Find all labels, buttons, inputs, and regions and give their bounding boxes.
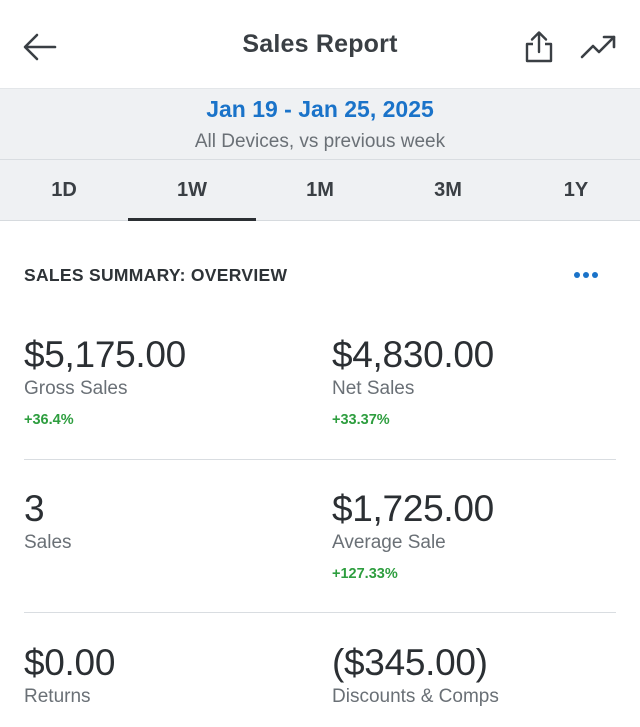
share-button[interactable] xyxy=(518,26,560,68)
date-subtitle: All Devices, vs previous week xyxy=(194,131,446,152)
top-bar: Sales Report xyxy=(0,0,640,88)
metric-label: Discounts & Comps xyxy=(332,686,499,707)
metric-label: Net Sales xyxy=(332,378,415,399)
metric-returns[interactable]: $0.00 Returns xyxy=(24,642,115,708)
more-horizontal-icon xyxy=(573,272,600,278)
tab-3m[interactable]: 3M xyxy=(384,160,512,220)
tab-1d[interactable]: 1D xyxy=(0,160,128,220)
period-tabs: 1D 1W 1M 3M 1Y xyxy=(0,160,640,221)
metric-net-sales[interactable]: $4,830.00 Net Sales +33.37% xyxy=(332,334,494,428)
trending-up-icon xyxy=(580,35,616,59)
metric-value: $1,725.00 xyxy=(332,488,494,529)
metric-label: Gross Sales xyxy=(24,378,128,399)
metric-label: Sales xyxy=(24,532,72,553)
tab-1m[interactable]: 1M xyxy=(256,160,384,220)
tab-1y[interactable]: 1Y xyxy=(512,160,640,220)
metric-value: $4,830.00 xyxy=(332,334,494,375)
metric-label: Average Sale xyxy=(332,532,446,553)
divider xyxy=(24,612,616,613)
metric-average-sale[interactable]: $1,725.00 Average Sale +127.33% xyxy=(332,488,494,582)
metric-value: $0.00 xyxy=(24,642,116,683)
divider xyxy=(24,459,616,460)
metric-gross-sales[interactable]: $5,175.00 Gross Sales +36.4% xyxy=(24,334,186,428)
metric-value: ($345.00) xyxy=(332,642,488,683)
trend-button[interactable] xyxy=(576,26,622,68)
metric-change: +33.37% xyxy=(332,412,390,428)
section-title: SALES SUMMARY: OVERVIEW xyxy=(24,265,288,285)
date-range-selector: Jan 19 - Jan 25, 2025 All Devices, vs pr… xyxy=(0,88,640,160)
metric-value: 3 xyxy=(24,488,45,529)
tab-1w[interactable]: 1W xyxy=(128,160,256,221)
date-range[interactable]: Jan 19 - Jan 25, 2025 xyxy=(0,96,640,123)
metric-label: Returns xyxy=(24,686,91,707)
metric-change: +36.4% xyxy=(24,412,74,428)
share-icon xyxy=(525,31,553,63)
metric-change: +127.33% xyxy=(332,566,398,582)
metric-value: $5,175.00 xyxy=(24,334,186,375)
more-button[interactable] xyxy=(568,262,604,288)
metric-sales-count[interactable]: 3 Sales xyxy=(24,488,72,554)
metric-discounts-comps[interactable]: ($345.00) Discounts & Comps xyxy=(332,642,499,708)
